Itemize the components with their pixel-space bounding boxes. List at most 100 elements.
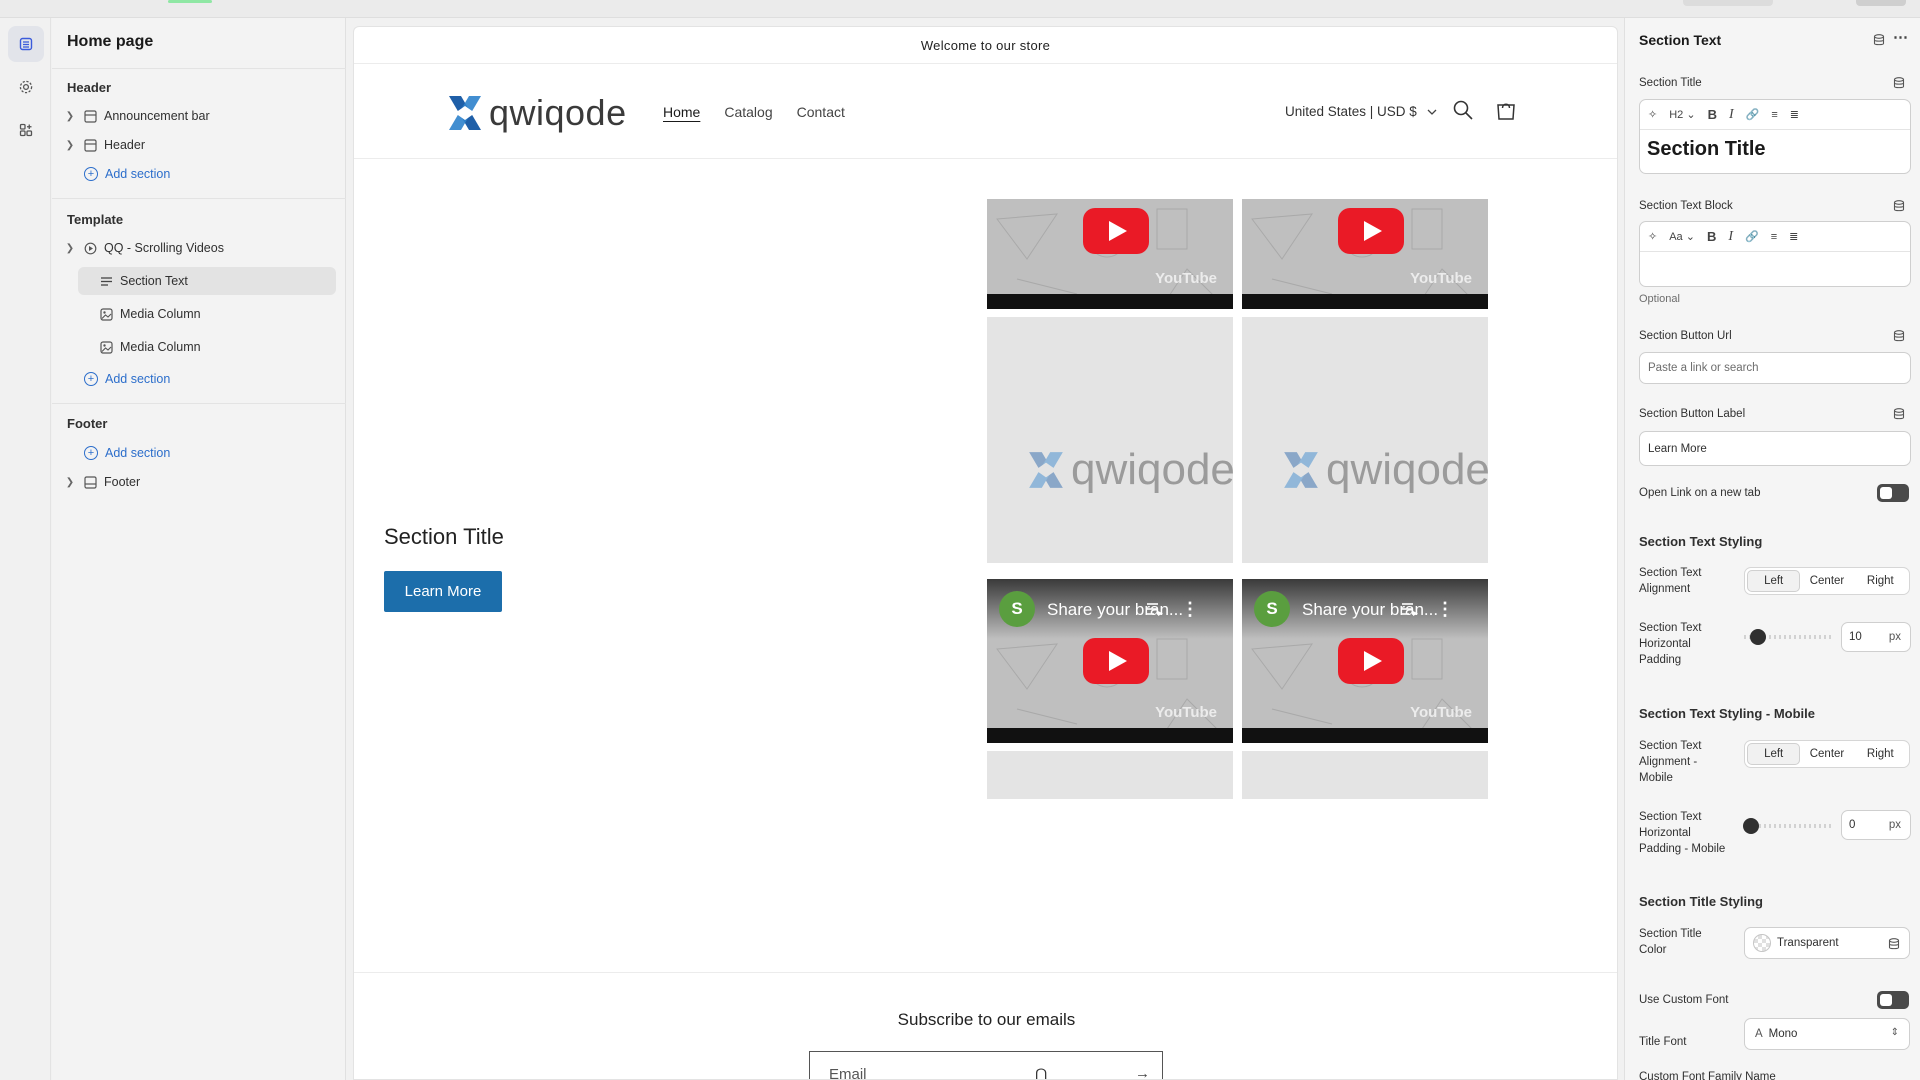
chevron-down-icon[interactable]: ❯ bbox=[62, 243, 78, 254]
button-url-input[interactable]: Paste a link or search bbox=[1639, 352, 1911, 384]
bullet-list-icon[interactable]: ≡ bbox=[1771, 109, 1777, 121]
italic-icon[interactable]: I bbox=[1729, 107, 1734, 123]
section-title-value[interactable]: Section Title bbox=[1640, 130, 1910, 169]
section-text-editor[interactable]: ✧ Aa ⌄ B I 🔗 ≡ ≣ bbox=[1639, 221, 1911, 287]
arrow-right-icon[interactable]: → bbox=[1135, 1065, 1150, 1079]
mobile-alignment-label: Section Text Alignment - Mobile bbox=[1639, 740, 1702, 784]
link-icon[interactable]: 🔗 bbox=[1745, 230, 1759, 243]
placeholder-logo-text: qwiqode bbox=[1326, 445, 1490, 494]
youtube-watermark: YouTube bbox=[1410, 270, 1472, 287]
more-horizontal-icon[interactable]: ⋯ bbox=[1893, 28, 1908, 46]
store-logo[interactable]: qwiqode bbox=[447, 92, 627, 134]
align-right-option[interactable]: Right bbox=[1854, 743, 1907, 765]
search-icon[interactable] bbox=[1452, 99, 1474, 124]
nav-contact[interactable]: Contact bbox=[797, 104, 845, 120]
video-progress-bar bbox=[987, 294, 1233, 309]
sidebar-item-footer[interactable]: ❯ Footer bbox=[62, 468, 336, 496]
ai-sparkle-icon[interactable]: ✧ bbox=[1648, 230, 1657, 243]
align-right-option[interactable]: Right bbox=[1854, 570, 1907, 592]
text-lines-icon bbox=[98, 273, 114, 289]
add-section-header-button[interactable]: + Add section bbox=[62, 160, 336, 188]
youtube-play-icon[interactable] bbox=[1083, 208, 1149, 254]
playlist-icon[interactable] bbox=[1402, 602, 1418, 619]
playlist-icon[interactable] bbox=[1147, 602, 1163, 619]
bold-icon[interactable]: B bbox=[1707, 229, 1716, 244]
sections-icon[interactable] bbox=[8, 26, 44, 62]
open-new-tab-toggle[interactable] bbox=[1877, 484, 1909, 502]
padding-unit: px bbox=[1888, 631, 1901, 643]
text-style-select[interactable]: Aa ⌄ bbox=[1669, 230, 1695, 243]
padding-slider[interactable] bbox=[1744, 629, 1834, 645]
cart-icon[interactable] bbox=[1495, 99, 1517, 124]
sidebar-item-label: Announcement bar bbox=[104, 109, 210, 123]
link-icon[interactable]: 🔗 bbox=[1746, 108, 1760, 121]
italic-icon[interactable]: I bbox=[1728, 229, 1733, 245]
toolbar-pill[interactable] bbox=[1683, 0, 1773, 6]
video-embed[interactable]: S Share your bran... ⋮ YouTube bbox=[987, 579, 1233, 743]
sidebar-item-announcement-bar[interactable]: ❯ Announcement bar bbox=[62, 102, 336, 130]
bullet-list-icon[interactable]: ≡ bbox=[1771, 231, 1777, 243]
sidebar-item-header[interactable]: ❯ Header bbox=[62, 131, 336, 159]
video-thumbnail[interactable]: YouTube bbox=[1242, 199, 1488, 309]
plus-circle-icon: + bbox=[84, 372, 98, 386]
slider-knob[interactable] bbox=[1750, 629, 1766, 645]
settings-title: Section Text bbox=[1639, 32, 1722, 48]
learn-more-button[interactable]: Learn More bbox=[384, 571, 502, 612]
sidebar-item-media-column[interactable]: Media Column bbox=[78, 300, 336, 328]
theme-settings-gear-icon[interactable] bbox=[8, 69, 44, 105]
alignment-label: Section Text Alignment bbox=[1639, 567, 1702, 595]
toolbar-pill-save[interactable] bbox=[1856, 0, 1906, 6]
align-center-option[interactable]: Center bbox=[1800, 743, 1853, 765]
padding-input[interactable]: 10 px bbox=[1841, 622, 1911, 652]
sidebar-item-scrolling-videos[interactable]: ❯ QQ - Scrolling Videos bbox=[62, 234, 336, 262]
dynamic-source-icon[interactable] bbox=[1873, 34, 1885, 46]
dynamic-source-icon[interactable] bbox=[1888, 938, 1900, 950]
youtube-play-icon[interactable] bbox=[1083, 638, 1149, 684]
youtube-watermark: YouTube bbox=[1155, 704, 1217, 721]
video-thumbnail[interactable]: YouTube bbox=[987, 199, 1233, 309]
add-section-label: Add section bbox=[105, 446, 171, 460]
chevron-right-icon[interactable]: ❯ bbox=[62, 111, 78, 122]
sidebar-item-label: Footer bbox=[104, 475, 141, 489]
video-embed[interactable]: S Share your bran... ⋮ YouTube bbox=[1242, 579, 1488, 743]
custom-font-toggle[interactable] bbox=[1877, 991, 1909, 1009]
title-font-select[interactable]: A Mono ⇕ bbox=[1744, 1018, 1910, 1050]
add-section-template-button[interactable]: + Add section bbox=[62, 365, 336, 393]
apps-icon[interactable] bbox=[8, 112, 44, 148]
nav-catalog[interactable]: Catalog bbox=[724, 104, 772, 120]
sidebar-item-media-column[interactable]: Media Column bbox=[78, 333, 336, 361]
sidebar-item-section-text[interactable]: Section Text bbox=[78, 267, 336, 295]
ai-sparkle-icon[interactable]: ✧ bbox=[1648, 108, 1657, 121]
slider-knob[interactable] bbox=[1743, 818, 1759, 834]
mobile-alignment-segmented-control: Left Center Right bbox=[1744, 740, 1910, 768]
mobile-padding-slider[interactable] bbox=[1743, 818, 1834, 834]
add-section-footer-button[interactable]: + Add section bbox=[62, 439, 336, 467]
dynamic-source-icon[interactable] bbox=[1893, 408, 1905, 420]
more-vertical-icon[interactable]: ⋮ bbox=[1181, 599, 1199, 620]
dynamic-source-icon[interactable] bbox=[1893, 330, 1905, 342]
mobile-padding-input[interactable]: 0 px bbox=[1841, 810, 1911, 840]
logo-mark-icon bbox=[1029, 452, 1063, 488]
chevron-right-icon[interactable]: ❯ bbox=[62, 477, 78, 488]
title-color-picker[interactable]: Transparent bbox=[1744, 927, 1910, 959]
align-center-option[interactable]: Center bbox=[1800, 570, 1853, 592]
youtube-play-icon[interactable] bbox=[1338, 208, 1404, 254]
dynamic-source-icon[interactable] bbox=[1893, 77, 1905, 89]
alignment-segmented-control: Left Center Right bbox=[1744, 567, 1910, 595]
align-left-option[interactable]: Left bbox=[1747, 743, 1801, 765]
chevron-right-icon[interactable]: ❯ bbox=[62, 140, 78, 151]
button-label-input[interactable]: Learn More bbox=[1639, 431, 1911, 466]
dynamic-source-icon[interactable] bbox=[1893, 200, 1905, 212]
section-title-editor[interactable]: ✧ H2 ⌄ B I 🔗 ≡ ≣ Section Title bbox=[1639, 99, 1911, 174]
country-selector[interactable]: United States | USD $ bbox=[1285, 104, 1437, 119]
numbered-list-icon[interactable]: ≣ bbox=[1790, 108, 1799, 121]
numbered-list-icon[interactable]: ≣ bbox=[1789, 230, 1798, 243]
email-field[interactable]: Email ⋂ → bbox=[809, 1051, 1163, 1079]
youtube-play-icon[interactable] bbox=[1338, 638, 1404, 684]
align-left-option[interactable]: Left bbox=[1747, 570, 1801, 592]
more-vertical-icon[interactable]: ⋮ bbox=[1436, 599, 1454, 620]
nav-home[interactable]: Home bbox=[663, 104, 700, 120]
bold-icon[interactable]: B bbox=[1708, 107, 1717, 122]
placeholder-logo-text: qwiqode bbox=[1071, 445, 1235, 494]
heading-level-select[interactable]: H2 ⌄ bbox=[1669, 108, 1695, 121]
